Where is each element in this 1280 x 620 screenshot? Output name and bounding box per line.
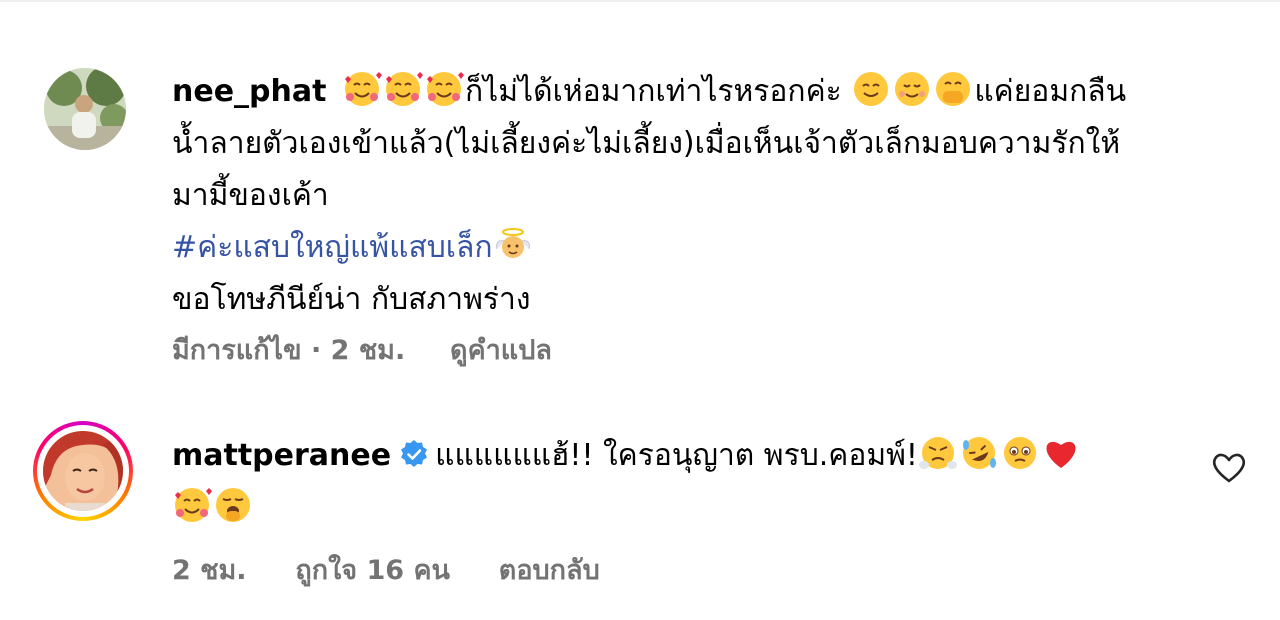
comment-line: nee_phat ก็ไม่ได้เห่อมากเท่าไรหรอกค่ะ แค… bbox=[172, 66, 1252, 118]
likes-count-link[interactable]: ถูกใจ 16 คน bbox=[295, 555, 450, 586]
comment-body-nee-phat: nee_phat ก็ไม่ได้เห่อมากเท่าไรหรอกค่ะ แค… bbox=[172, 66, 1252, 326]
hashtag-link[interactable]: #ค่ะแสบใหญ่แพ้แสบเล็ก bbox=[172, 230, 493, 265]
comment-line: มามี้ของเค้า bbox=[172, 178, 329, 213]
comment-line bbox=[172, 482, 1252, 534]
comment-text: แแแแแแฮ้!! ใครอนุญาต พรบ.คอมพ์! bbox=[435, 438, 918, 473]
comment-line: mattperanee แแแแแแฮ้!! ใครอนุญาต พรบ.คอมพ… bbox=[172, 430, 1252, 482]
comment-line: #ค่ะแสบใหญ่แพ้แสบเล็ก bbox=[172, 222, 1252, 274]
comments-panel: nee_phat ก็ไม่ได้เห่อมากเท่าไรหรอกค่ะ แค… bbox=[0, 0, 1280, 620]
username[interactable]: nee_phat bbox=[172, 74, 326, 109]
avatar-nee-phat[interactable] bbox=[44, 68, 126, 150]
rolling-on-floor-laughing-icon bbox=[962, 437, 996, 469]
hand-over-mouth-icon bbox=[936, 72, 971, 106]
heart-outline-icon[interactable] bbox=[1210, 450, 1248, 486]
comment-line: น้ำลายตัวเองเข้าแล้ว(ไม่เลี้ยงค่ะไม่เลี้… bbox=[172, 126, 1121, 161]
comment-text: ก็ไม่ได้เห่อมากเท่าไรหรอกค่ะ bbox=[465, 74, 842, 109]
smiling-face-with-hearts-icon bbox=[345, 72, 383, 106]
edited-timestamp: มีการแก้ไข · 2 ชม. bbox=[172, 335, 406, 366]
smiling-face-with-hearts-icon bbox=[175, 488, 212, 522]
comment-line: ขอโทษภีนีย์น่า กับสภาพร่าง bbox=[172, 282, 531, 317]
username[interactable]: mattperanee bbox=[172, 438, 391, 473]
face-with-steam-icon bbox=[918, 437, 957, 469]
yawning-face-icon bbox=[216, 488, 250, 522]
translate-link[interactable]: ดูคำแปล bbox=[450, 335, 552, 366]
like-comment-button[interactable] bbox=[1210, 450, 1248, 486]
verified-badge-icon bbox=[401, 440, 428, 467]
comment-body-mattperanee: mattperanee แแแแแแฮ้!! ใครอนุญาต พรบ.คอมพ… bbox=[172, 430, 1252, 534]
smiling-face-icon bbox=[854, 72, 889, 106]
face-holding-back-tears-icon bbox=[1003, 437, 1036, 469]
avatar-mattperanee[interactable] bbox=[33, 421, 133, 521]
comment-text: แค่ยอมกลืน bbox=[974, 74, 1127, 109]
red-heart-icon bbox=[1046, 441, 1076, 468]
smiling-face-with-hearts-icon bbox=[427, 72, 465, 106]
comment-timestamp: 2 ชม. bbox=[172, 555, 247, 586]
smiling-face-with-hearts-icon bbox=[386, 72, 424, 106]
reply-button[interactable]: ตอบกลับ bbox=[499, 555, 600, 586]
baby-angel-icon bbox=[495, 228, 530, 258]
comment-meta-nee-phat: มีการแก้ไข · 2 ชม. ดูคำแปล bbox=[172, 328, 552, 371]
relieved-face-icon bbox=[895, 72, 930, 106]
comment-meta-mattperanee: 2 ชม. ถูกใจ 16 คน ตอบกลับ bbox=[172, 548, 600, 591]
